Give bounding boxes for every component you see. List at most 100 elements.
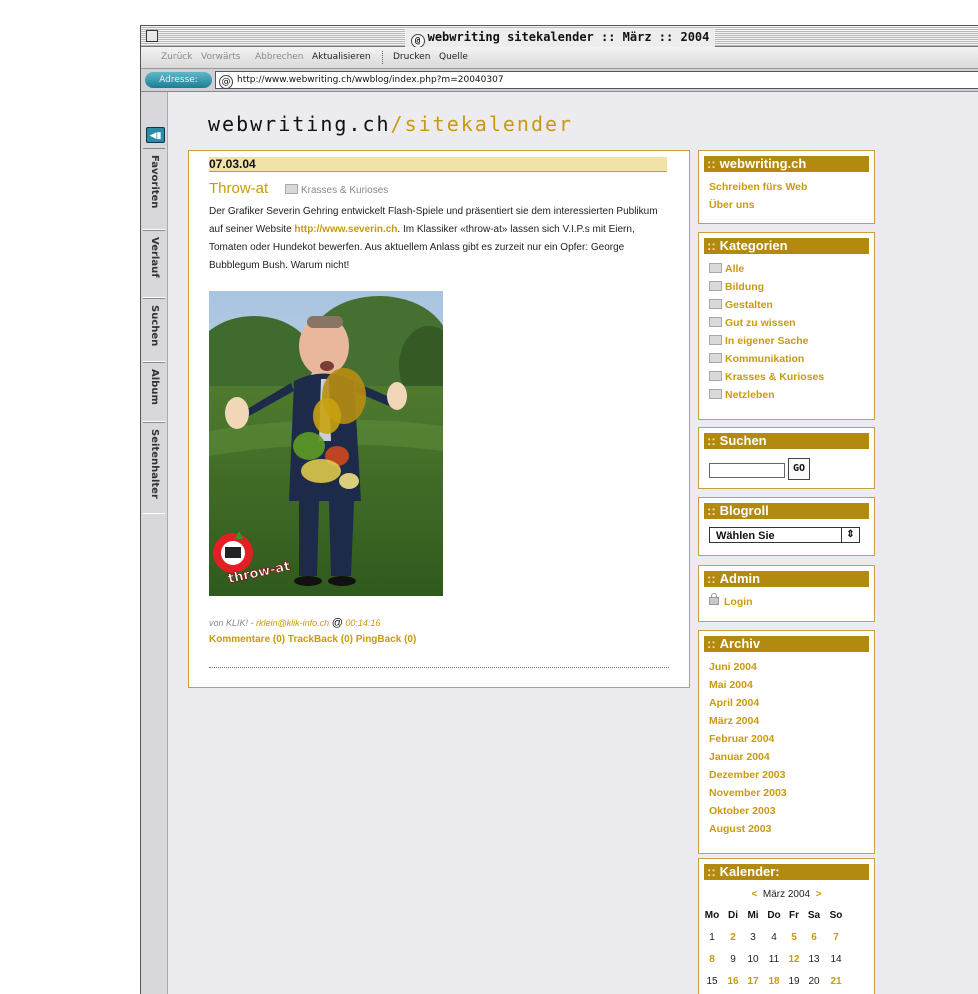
sidebar-toggle-icon[interactable]: ◀▮	[146, 127, 165, 143]
box-prefix: ::	[707, 433, 716, 448]
calendar-day-link[interactable]: 17	[743, 976, 763, 987]
calendar-day-link[interactable]: 16	[723, 976, 743, 987]
site-logo[interactable]: webwriting.ch/sitekalender	[208, 112, 573, 136]
pingback-link[interactable]: PingBack (0)	[356, 634, 417, 645]
calendar-day: 13	[808, 954, 820, 965]
logo-main: webwriting.ch	[208, 112, 391, 136]
archive-item[interactable]: Mai 2004	[709, 679, 753, 691]
archive-item[interactable]: März 2004	[709, 715, 759, 727]
archive-item[interactable]: November 2003	[709, 787, 787, 799]
calendar-day-link[interactable]: 12	[784, 954, 804, 965]
category-item[interactable]: Bildung	[709, 281, 764, 293]
calendar-day: 3	[750, 932, 756, 943]
archive-item[interactable]: April 2004	[709, 697, 759, 709]
post-time[interactable]: 00:14:16	[345, 618, 380, 628]
calendar-day: 11	[768, 954, 780, 965]
category-item[interactable]: Gut zu wissen	[709, 317, 796, 329]
search-go-button[interactable]: GO	[788, 458, 810, 480]
post-divider	[209, 667, 669, 668]
calendar-weekday: Do	[767, 910, 781, 921]
source-button[interactable]: Quelle	[439, 52, 468, 62]
box-title: Kalender:	[719, 864, 780, 879]
url-field[interactable]: @ http://www.webwriting.ch/wwblog/index.p…	[215, 71, 978, 89]
print-button[interactable]: Drucken	[393, 52, 430, 62]
category-item[interactable]: Kommunikation	[709, 353, 804, 365]
login-link[interactable]: Login	[709, 593, 753, 608]
calendar-day-link[interactable]: 8	[702, 954, 722, 965]
calendar-day: 1	[709, 932, 715, 943]
category-item[interactable]: Netzleben	[709, 389, 775, 401]
archive-item[interactable]: Januar 2004	[709, 751, 770, 763]
trackback-link[interactable]: TrackBack (0)	[288, 634, 353, 645]
calendar-next-button[interactable]: >	[816, 889, 822, 900]
forward-button[interactable]: Vorwärts	[201, 52, 240, 62]
calendar-day-link[interactable]: 5	[784, 932, 804, 943]
category-label: Kommunikation	[725, 353, 805, 365]
browser-window: @ webwriting sitekalender :: März :: 2004…	[140, 25, 978, 994]
at-icon: @	[410, 34, 425, 48]
calendar-day-link[interactable]: 2	[723, 932, 743, 943]
blogroll-select[interactable]: Wählen Sie ⇕	[709, 527, 860, 543]
archive-item[interactable]: Oktober 2003	[709, 805, 776, 817]
folder-icon	[285, 184, 298, 194]
box-admin: :: Admin Login	[698, 565, 875, 622]
category-item[interactable]: Krasses & Kurioses	[709, 371, 824, 383]
comments-link[interactable]: Kommentare (0)	[209, 634, 285, 645]
category-label: Netzleben	[725, 389, 775, 401]
post-title[interactable]: Throw-at	[209, 180, 268, 197]
category-item[interactable]: In eigener Sache	[709, 335, 808, 347]
calendar-prev-button[interactable]: <	[751, 889, 757, 900]
calendar-weekday: Sa	[807, 910, 821, 921]
category-item[interactable]: Gestalten	[709, 299, 773, 311]
calendar-day: 10	[747, 954, 759, 965]
archive-item[interactable]: Dezember 2003	[709, 769, 785, 781]
search-input[interactable]	[709, 463, 785, 478]
category-label: Gut zu wissen	[725, 317, 796, 329]
logo-sub: /sitekalender	[390, 112, 574, 136]
box-prefix: ::	[707, 503, 716, 518]
box-title: Admin	[719, 571, 761, 586]
box-prefix: ::	[707, 571, 716, 586]
tab-seitenhalter[interactable]: Seitenhalter	[143, 422, 165, 514]
category-item[interactable]: Alle	[709, 263, 744, 275]
category-label: Krasses & Kurioses	[725, 371, 825, 383]
calendar-day-link[interactable]: 7	[826, 932, 846, 943]
archive-item[interactable]: Februar 2004	[709, 733, 774, 745]
box-title: webwriting.ch	[719, 156, 807, 171]
tab-suchen[interactable]: Suchen	[143, 298, 165, 362]
calendar-month: März 2004	[762, 889, 811, 900]
calendar-weekday: Di	[728, 910, 738, 921]
tab-verlauf[interactable]: Verlauf	[143, 230, 165, 298]
tab-album[interactable]: Album	[143, 362, 165, 422]
post-body-link[interactable]: http://www.severin.ch	[294, 224, 397, 235]
calendar-day: 15	[706, 976, 718, 987]
box-heading: :: Kategorien	[704, 238, 869, 254]
box-prefix: ::	[707, 636, 716, 651]
folder-icon	[709, 335, 722, 345]
stop-button[interactable]: Abbrechen	[255, 52, 304, 62]
reload-button[interactable]: Aktualisieren	[312, 52, 371, 62]
address-label: Adresse:	[145, 72, 212, 88]
post-category[interactable]: Krasses & Kurioses	[285, 184, 388, 196]
box-prefix: ::	[707, 864, 716, 879]
calendar-weekday: So	[829, 910, 843, 921]
tab-favoriten[interactable]: Favoriten	[143, 148, 165, 230]
category-label: Alle	[725, 263, 745, 275]
link-schreiben[interactable]: Schreiben fürs Web	[709, 181, 807, 193]
archive-item[interactable]: August 2003	[709, 823, 771, 835]
category-label: In eigener Sache	[725, 335, 809, 347]
title-bar[interactable]: @ webwriting sitekalender :: März :: 2004	[141, 26, 978, 48]
box-blogroll: :: Blogroll Wählen Sie ⇕	[698, 497, 875, 556]
calendar-day-link[interactable]: 21	[826, 976, 846, 987]
calendar-day-link[interactable]: 6	[804, 932, 824, 943]
box-prefix: ::	[707, 238, 716, 253]
window-title: @ webwriting sitekalender :: März :: 2004	[404, 29, 716, 48]
back-button[interactable]: Zurück	[161, 52, 192, 62]
calendar-day: 14	[830, 954, 842, 965]
post-author-email[interactable]: rklein@klik-info.ch	[256, 618, 329, 628]
url-text: http://www.webwriting.ch/wwblog/index.ph…	[237, 75, 504, 85]
link-ueber-uns[interactable]: Über uns	[709, 199, 755, 211]
calendar-day-link[interactable]: 18	[764, 976, 784, 987]
archive-item[interactable]: Juni 2004	[709, 661, 757, 673]
login-label: Login	[724, 596, 753, 608]
